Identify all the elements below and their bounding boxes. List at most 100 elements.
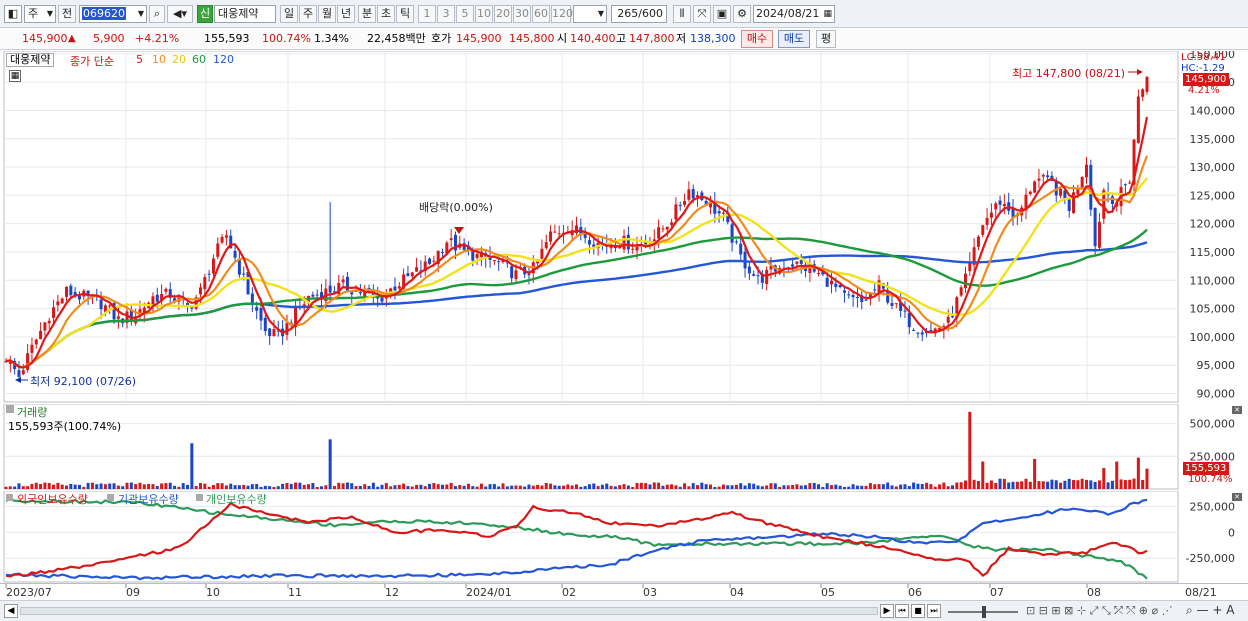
- ma10-legend: 10: [152, 53, 166, 66]
- interval-10[interactable]: 10: [475, 5, 493, 23]
- interval-custom-select[interactable]: ▼: [573, 5, 607, 23]
- fast-forward-icon[interactable]: ⏭: [927, 604, 941, 618]
- interval-5[interactable]: 5: [456, 5, 474, 23]
- candle-body: [734, 241, 738, 243]
- volume-bar: [211, 485, 215, 489]
- period-tab-year[interactable]: 년: [337, 5, 355, 23]
- volume-bar: [432, 483, 436, 489]
- individual-holdings-legend: 개인보유수량: [206, 493, 267, 506]
- candle-body: [497, 261, 501, 263]
- volume-bar: [142, 484, 146, 489]
- candle-body: [903, 310, 907, 312]
- interval-3[interactable]: 3: [437, 5, 455, 23]
- chart-menu-icon[interactable]: ◧: [4, 5, 22, 23]
- volume-bar: [65, 485, 69, 489]
- interval-120[interactable]: 120: [551, 5, 573, 23]
- candle-body: [39, 330, 43, 340]
- candle-type-icon[interactable]: ⫴: [673, 5, 691, 23]
- candle-body: [795, 261, 799, 264]
- volume-bar: [652, 482, 656, 489]
- x-tick-label: 2024/01: [466, 586, 512, 599]
- stock-legend-label[interactable]: 대웅제약: [6, 53, 55, 67]
- price-change-pct: +4.21%: [135, 32, 180, 45]
- period-tab-second[interactable]: 초: [377, 5, 395, 23]
- zoom-controls-icon[interactable]: ⌕ — + A: [1186, 603, 1234, 618]
- volume-bar: [536, 484, 540, 489]
- volume-panel: 500,000 250,000 거래량 155,593주(100.74%) ✕ 1…: [0, 404, 1248, 490]
- candle-body: [916, 332, 920, 334]
- volume-bar: [963, 480, 967, 489]
- candle-body: [1080, 177, 1084, 188]
- volume-bar: [60, 484, 64, 489]
- volume-bar: [371, 482, 375, 489]
- volume-bar: [177, 486, 181, 489]
- period-tab-day[interactable]: 일: [280, 5, 298, 23]
- volume-bar: [557, 485, 561, 489]
- volume-bar: [449, 482, 453, 489]
- interval-30[interactable]: 30: [513, 5, 531, 23]
- average-button[interactable]: 평: [816, 30, 836, 48]
- search-icon[interactable]: ⌕: [149, 5, 165, 23]
- calendar-icon: ▦: [823, 9, 832, 19]
- interval-60[interactable]: 60: [532, 5, 550, 23]
- volume-bar: [951, 485, 955, 489]
- candle-body: [678, 204, 682, 207]
- volume-bar: [834, 484, 838, 489]
- candle-body: [946, 316, 950, 323]
- candle-body: [380, 297, 384, 302]
- volume-bar: [311, 482, 315, 489]
- volume-bar: [1128, 479, 1132, 489]
- scroll-left-icon[interactable]: ◀: [4, 604, 18, 618]
- x-tick-label: 08: [1087, 586, 1101, 599]
- volume-bar: [90, 482, 94, 489]
- candle-body: [717, 211, 721, 214]
- chevron-down-icon: ▼: [597, 9, 604, 18]
- interval-1[interactable]: 1: [418, 5, 436, 23]
- volume-bar: [39, 483, 43, 489]
- candle-body: [1072, 192, 1076, 214]
- stock-code-input[interactable]: 069620 ▼: [79, 5, 147, 23]
- scroll-right-icon[interactable]: ▶: [880, 604, 894, 618]
- volume-bar: [129, 482, 133, 489]
- count-input[interactable]: 265/600: [611, 5, 667, 23]
- stop-icon[interactable]: ■: [911, 604, 925, 618]
- period-tab-tick[interactable]: 틱: [396, 5, 414, 23]
- period-type-select[interactable]: 주 ▼: [24, 5, 56, 23]
- compare-button[interactable]: 전: [58, 5, 76, 23]
- interval-20[interactable]: 20: [494, 5, 512, 23]
- volume-bar: [441, 484, 445, 489]
- close-icon[interactable]: ✕: [1232, 493, 1242, 501]
- sell-button[interactable]: 매도: [778, 30, 810, 48]
- volume-bar: [562, 485, 566, 489]
- candle-body: [665, 226, 669, 230]
- volume-bar: [479, 483, 483, 489]
- volume-bar: [423, 486, 427, 489]
- rewind-icon[interactable]: ⏮: [895, 604, 909, 618]
- period-tab-month[interactable]: 월: [318, 5, 336, 23]
- date-input[interactable]: 2024/08/21 ▦: [753, 5, 835, 23]
- table-icon[interactable]: ▦: [9, 70, 21, 82]
- candle-body: [475, 253, 479, 259]
- period-tab-week[interactable]: 주: [299, 5, 317, 23]
- crosshair-icon[interactable]: ⤧: [693, 5, 711, 23]
- volume-bar: [851, 484, 855, 489]
- candle-body: [721, 212, 725, 214]
- settings-icon[interactable]: ⚙: [733, 5, 751, 23]
- volume-bar: [289, 483, 293, 489]
- buy-button[interactable]: 매수: [741, 30, 773, 48]
- volume-bar: [1007, 482, 1011, 489]
- save-icon[interactable]: ▣: [713, 5, 731, 23]
- volume-bar: [324, 485, 328, 489]
- scroll-track[interactable]: [20, 607, 878, 615]
- drawing-tools-icon[interactable]: ⊡ ⊟ ⊞ ⊠ ⊹ ⤢ ⤡ ⤱ ⤲ ⊕ ⌀ ⋰: [1026, 604, 1173, 618]
- volume-bar: [618, 485, 622, 489]
- zoom-slider-handle[interactable]: [982, 606, 986, 618]
- foreign-holdings-legend: 외국인보유수량: [17, 493, 88, 506]
- close-icon[interactable]: ✕: [1232, 406, 1242, 414]
- candle-body: [730, 224, 734, 243]
- volume-bar: [639, 482, 643, 489]
- y-tick-label: 115,000: [1190, 246, 1236, 259]
- period-tab-minute[interactable]: 분: [358, 5, 376, 23]
- speaker-icon[interactable]: ◀▾: [167, 5, 193, 23]
- volume-bar: [220, 483, 224, 489]
